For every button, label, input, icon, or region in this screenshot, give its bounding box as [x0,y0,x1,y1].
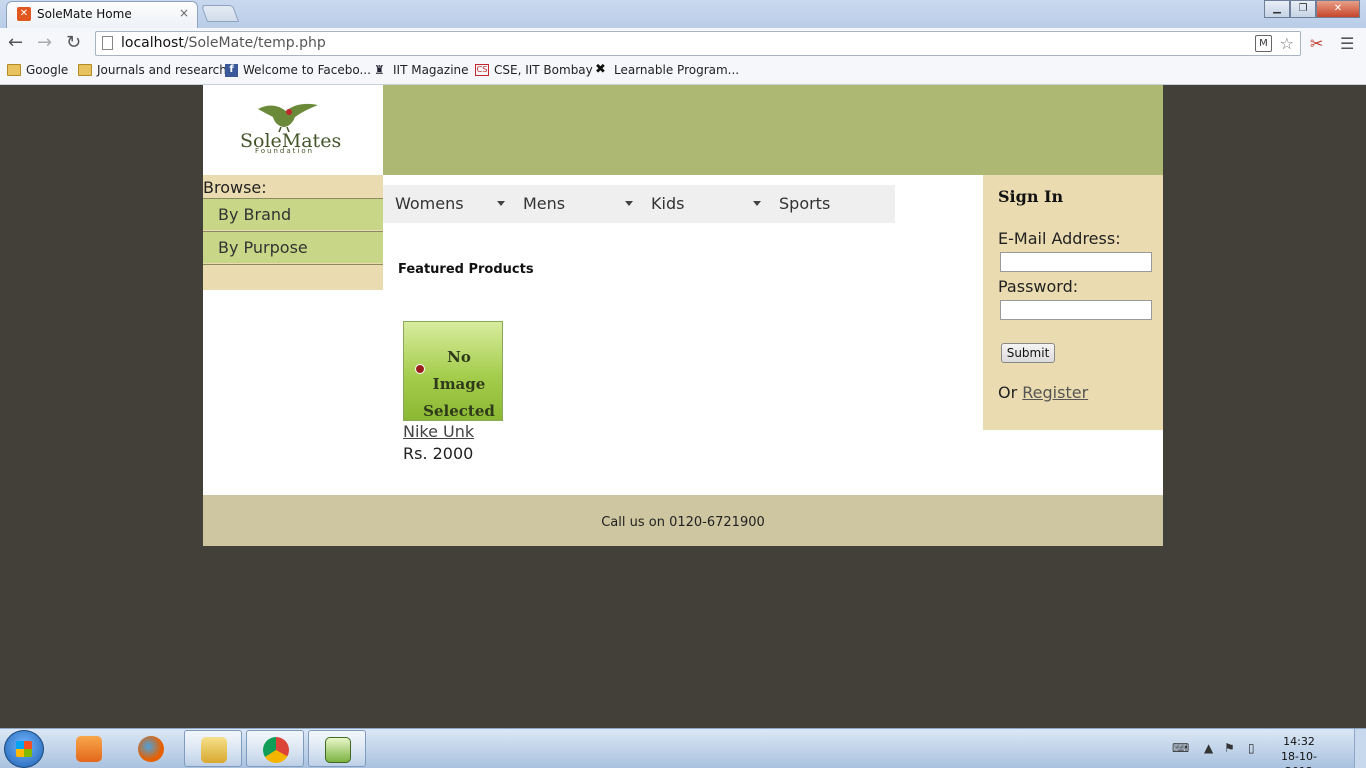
explorer-icon [201,737,227,763]
windows-logo-icon [16,741,32,757]
folder-icon [78,64,92,76]
firefox-icon [138,736,164,762]
bookmark-label: Journals and research [97,63,227,77]
extension-icon[interactable]: M [1255,35,1272,52]
taskbar-explorer[interactable] [184,730,242,767]
show-hidden-icons-icon[interactable]: ▲ [1204,741,1213,755]
url-text[interactable]: localhost/SoleMate/temp.php [121,35,326,51]
restore-button[interactable]: ❐ [1290,0,1316,18]
browse-heading: Browse: [203,178,267,197]
bookmark-label: Welcome to Facebo... [243,63,371,77]
bird-logo-icon [258,103,318,133]
product-price: Rs. 2000 [403,444,474,463]
password-label: Password: [998,277,1079,296]
browser-toolbar: ← → ↻ localhost/SoleMate/temp.php M ☆ ✂ … [0,28,1366,58]
submit-button[interactable]: Submit [1001,343,1055,363]
extension-scissor-icon[interactable]: ✂ [1310,34,1323,53]
minimize-button[interactable]: ▁ [1264,0,1290,18]
register-prompt: Or Register [998,383,1088,402]
bookmark-iit-magazine[interactable]: ♜ IIT Magazine [374,63,469,77]
password-field[interactable] [1000,300,1152,320]
back-arrow-icon[interactable]: ← [8,32,23,53]
logo-subtitle: Foundation [255,147,315,155]
menu-mens[interactable]: Mens [523,185,565,223]
no-image-placeholder: No Image Selected [423,348,495,420]
page-icon [102,36,113,50]
media-player-icon [76,736,102,762]
bookmark-journals[interactable]: Journals and research [78,63,227,77]
action-center-flag-icon[interactable]: ⚑ [1224,741,1235,755]
menu-womens[interactable]: Womens [395,185,464,223]
bookmark-label: IIT Magazine [393,63,469,77]
power-icon[interactable]: ▯ [1248,741,1255,755]
clock-time: 14:32 [1283,735,1315,748]
bookmark-facebook[interactable]: f Welcome to Facebo... [225,63,371,77]
footer: Call us on 0120-6721900 [203,495,1163,546]
footer-contact-text: Call us on 0120-6721900 [601,515,765,530]
featured-products-heading: Featured Products [398,262,534,277]
browse-by-brand[interactable]: By Brand [203,198,383,230]
bookmark-star-icon[interactable]: ☆ [1280,34,1294,53]
email-label: E-Mail Address: [998,229,1121,248]
taskbar-clock[interactable]: 14:32 18-10-2012 [1269,734,1329,768]
bookmark-label: CSE, IIT Bombay [494,63,593,77]
site-logo[interactable]: SoleMates Foundation [203,85,383,175]
cse-icon: CS [475,64,489,76]
folder-icon [7,64,21,76]
forward-arrow-icon[interactable]: → [37,32,52,53]
menu-wrench-icon[interactable]: ☰ [1340,34,1354,53]
clock-date: 18-10-2012 [1281,750,1317,768]
page-container: SoleMates Foundation Browse: By Brand By… [203,85,1163,546]
product-image[interactable]: No Image Selected [403,321,503,421]
window-controls: ▁ ❐ ✕ [1264,0,1360,18]
browse-sidebar: Browse: By Brand By Purpose [203,175,383,290]
dropdown-caret-icon[interactable] [625,201,633,206]
keyboard-icon[interactable]: ⌨ [1172,741,1189,755]
bookmarks-bar: Google Journals and research f Welcome t… [0,58,1366,85]
close-window-button[interactable]: ✕ [1316,0,1360,18]
signin-panel: Sign In E-Mail Address: Password: Submit… [983,175,1163,430]
browser-titlebar: ✕ SoleMate Home × ▁ ❐ ✕ [0,0,1366,28]
x-icon: ✖ [595,62,606,77]
browse-divider [203,264,383,265]
or-text: Or [998,383,1023,402]
bookmark-label: Learnable Program... [614,63,740,77]
site-favicon-icon: ✕ [17,7,31,21]
facebook-icon: f [225,63,238,77]
chrome-icon [263,737,289,763]
bookmark-learnable[interactable]: ✖ Learnable Program... [595,63,739,77]
tab-title: SoleMate Home [37,7,132,21]
taskbar-media-player[interactable] [60,730,118,767]
address-bar[interactable]: localhost/SoleMate/temp.php M ☆ [95,31,1301,56]
product-name-link[interactable]: Nike Unk [403,422,474,441]
bookmark-cse-iitb[interactable]: CS CSE, IIT Bombay [475,63,593,77]
register-link[interactable]: Register [1022,383,1088,402]
browser-tab[interactable]: ✕ SoleMate Home × [6,1,198,28]
taskbar-firefox[interactable] [122,730,180,767]
start-button[interactable] [4,730,44,768]
notepad-icon [325,737,351,763]
category-menu: Womens Mens Kids Sports [383,185,895,223]
taskbar-notepad[interactable] [308,730,366,767]
dropdown-caret-icon[interactable] [497,201,505,206]
iit-icon: ♜ [374,63,385,77]
taskbar-chrome[interactable] [246,730,304,767]
dropdown-caret-icon[interactable] [753,201,761,206]
browse-by-purpose[interactable]: By Purpose [203,231,383,263]
reload-icon[interactable]: ↻ [66,32,81,53]
bookmark-label: Google [26,63,69,77]
bookmark-google[interactable]: Google [7,63,68,77]
header-banner [383,85,1163,175]
tab-close-icon[interactable]: × [179,6,189,20]
signin-heading: Sign In [998,187,1064,206]
menu-sports[interactable]: Sports [779,185,830,223]
show-desktop-button[interactable] [1354,729,1366,768]
new-tab-button[interactable] [200,5,240,22]
system-tray: ⌨ ▲ ⚑ ▯ 14:32 18-10-2012 [1160,729,1366,768]
menu-kids[interactable]: Kids [651,185,684,223]
windows-taskbar: ⌨ ▲ ⚑ ▯ 14:32 18-10-2012 [0,728,1366,768]
email-field[interactable] [1000,252,1152,272]
